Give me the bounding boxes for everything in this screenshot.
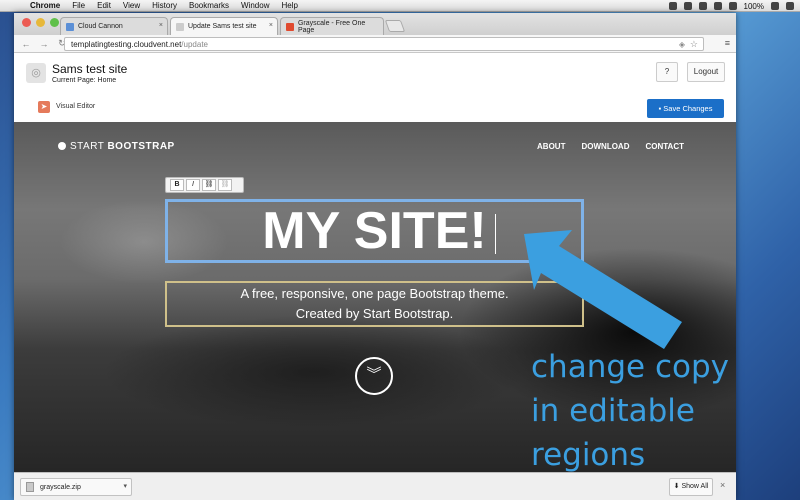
site-name: Sams test site: [52, 62, 128, 76]
back-arrow-icon[interactable]: ←: [20, 39, 32, 49]
visual-editor-tab[interactable]: Visual Editor: [56, 103, 95, 110]
mac-menubar: Chrome File Edit View History Bookmarks …: [0, 0, 800, 12]
hero-section: START BOOTSTRAP ABOUT DOWNLOAD CONTACT B…: [14, 122, 736, 472]
volume-icon[interactable]: [728, 2, 737, 10]
show-all-button[interactable]: ⬇ Show All: [669, 478, 713, 496]
cursor-pointer-icon: ➤: [38, 101, 50, 113]
logout-button[interactable]: Logout: [687, 62, 725, 82]
show-all-label: Show All: [681, 483, 709, 490]
url-path: /update: [181, 39, 208, 49]
menu-view[interactable]: View: [123, 1, 140, 10]
menu-help[interactable]: Help: [281, 1, 297, 10]
tab-label: Grayscale - Free One Page: [297, 19, 366, 34]
download-item[interactable]: grayscale.zip ▾: [20, 478, 132, 496]
save-label: Save Changes: [663, 104, 713, 113]
shield-icon[interactable]: ◈: [679, 40, 685, 49]
status-icon[interactable]: [683, 2, 692, 10]
browser-window: Cloud Cannon × Update Sams test site × G…: [14, 13, 736, 500]
menu-window[interactable]: Window: [241, 1, 269, 10]
bookmark-star-icon[interactable]: ☆: [690, 39, 698, 50]
tab-label: Cloud Cannon: [78, 23, 123, 30]
annotation-text: change copy in editable regions: [531, 345, 729, 472]
annotation-line-2: in editable: [531, 393, 695, 429]
close-tab-icon[interactable]: ×: [159, 22, 163, 29]
battery-percent: 100%: [743, 1, 764, 11]
chrome-menu-icon[interactable]: ≡: [725, 38, 730, 48]
close-icon[interactable]: ×: [720, 480, 725, 490]
zoom-window-icon[interactable]: [50, 18, 59, 27]
download-shelf: grayscale.zip ▾ ⬇ Show All ×: [14, 472, 736, 500]
menu-file[interactable]: File: [72, 1, 85, 10]
menubar-status-area: 100%: [668, 0, 794, 12]
chevron-down-icon[interactable]: ▾: [123, 482, 127, 490]
browser-toolbar: ← → ↻ templatingtesting.cloudvent.net/up…: [14, 35, 736, 53]
wifi-icon[interactable]: [713, 2, 722, 10]
tab-cloud-cannon[interactable]: Cloud Cannon ×: [60, 17, 168, 35]
page-favicon-icon: [176, 22, 184, 31]
tab-strip: Cloud Cannon × Update Sams test site × G…: [14, 13, 736, 35]
close-tab-icon[interactable]: ×: [269, 22, 273, 29]
save-changes-button[interactable]: ▪ Save Changes: [647, 99, 724, 118]
download-filename: grayscale.zip: [40, 483, 81, 491]
menu-history[interactable]: History: [152, 1, 177, 10]
search-icon[interactable]: [786, 2, 794, 10]
help-button[interactable]: ?: [656, 62, 678, 82]
menu-edit[interactable]: Edit: [97, 1, 111, 10]
forward-arrow-icon[interactable]: →: [38, 39, 50, 49]
dropbox-icon[interactable]: [668, 2, 677, 10]
cloud-cannon-favicon-icon: [66, 22, 74, 31]
window-controls: [22, 18, 59, 27]
grayscale-favicon-icon: [286, 22, 294, 31]
minimize-window-icon[interactable]: [36, 18, 45, 27]
annotation-line-1: change copy: [531, 349, 729, 385]
file-icon: [26, 482, 34, 492]
menu-app-name[interactable]: Chrome: [30, 1, 60, 10]
cms-header: ◎ Sams test site Current Page: Home ? Lo…: [14, 54, 736, 122]
close-window-icon[interactable]: [22, 18, 31, 27]
new-tab-button[interactable]: [384, 20, 406, 32]
tab-label: Update Sams test site: [188, 23, 257, 30]
tab-grayscale[interactable]: Grayscale - Free One Page: [280, 17, 384, 35]
airplay-icon[interactable]: [698, 2, 707, 10]
url-host: templatingtesting.cloudvent.net: [71, 39, 182, 49]
site-logo-icon: ◎: [26, 63, 46, 83]
menu-bookmarks[interactable]: Bookmarks: [189, 1, 229, 10]
battery-icon[interactable]: [771, 2, 779, 10]
tab-update-site[interactable]: Update Sams test site ×: [170, 17, 278, 35]
current-page: Current Page: Home: [52, 77, 117, 84]
arrow-shape: [524, 230, 682, 349]
address-bar[interactable]: templatingtesting.cloudvent.net/update ◈…: [64, 37, 704, 51]
annotation-line-3: regions: [531, 437, 646, 472]
